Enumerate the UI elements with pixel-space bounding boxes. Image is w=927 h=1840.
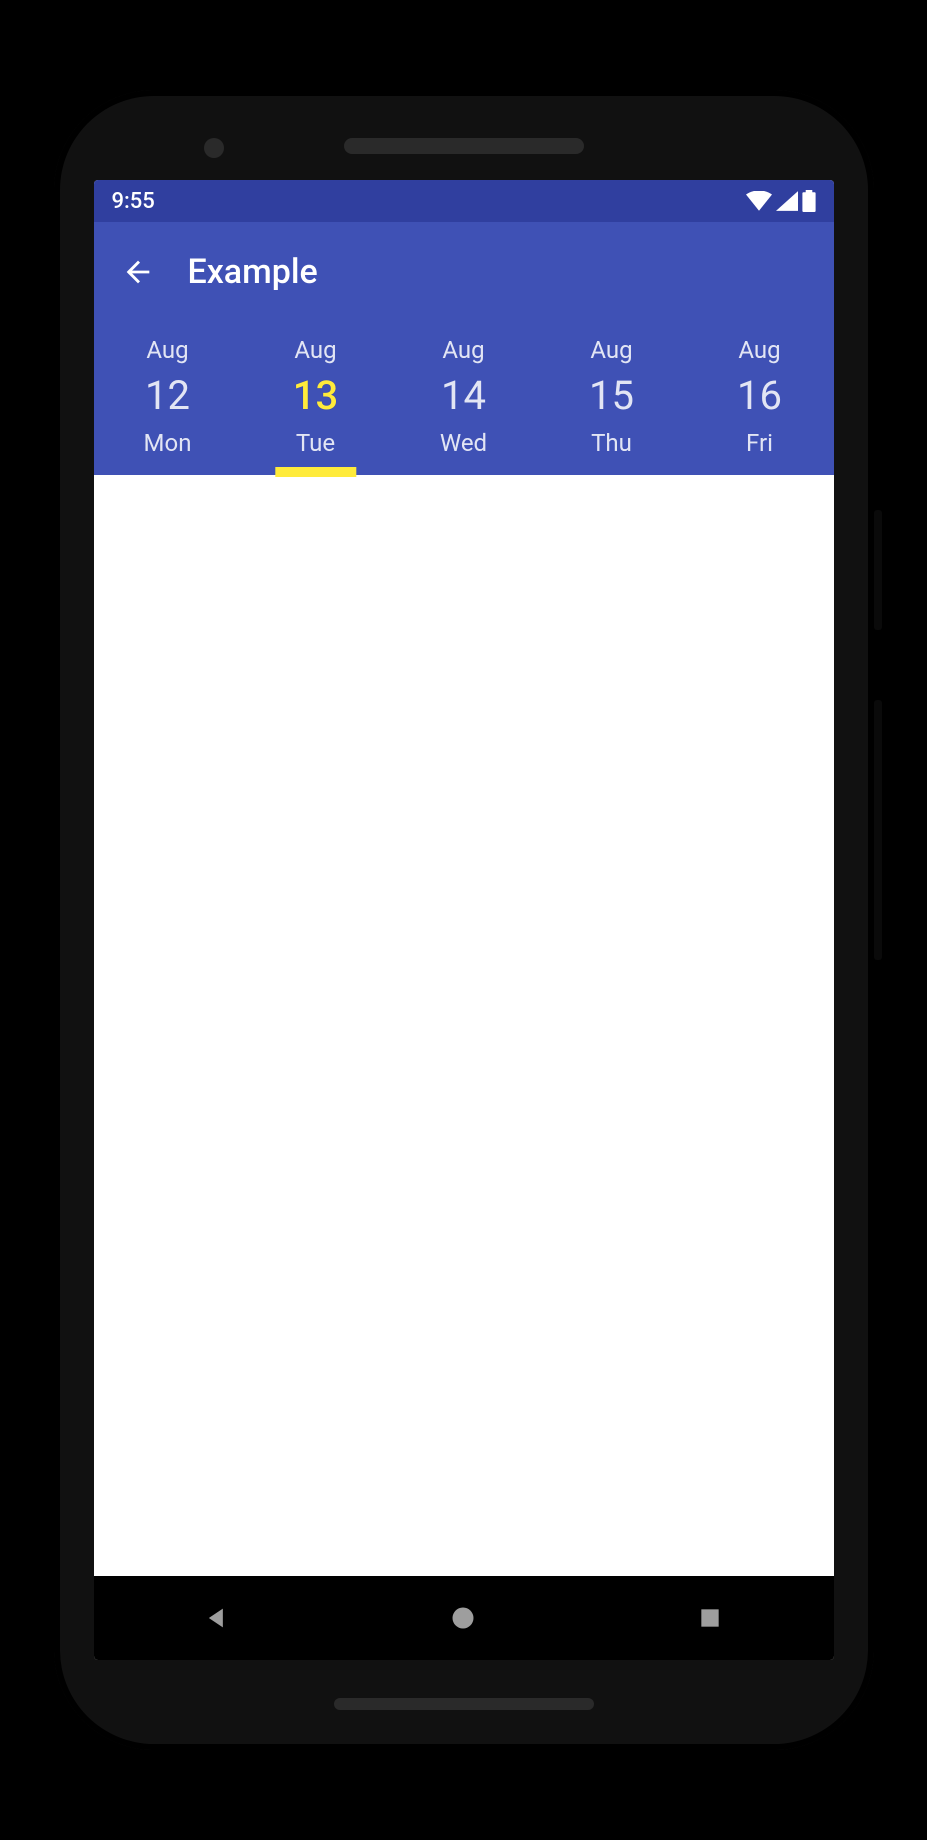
side-button bbox=[874, 700, 882, 960]
date-tab-day: 14 bbox=[390, 372, 538, 419]
date-tab[interactable]: Aug 16 Fri bbox=[686, 322, 834, 475]
date-tabs: Aug12MonAug13TueAug14WedAug15ThuAug16Fri bbox=[94, 322, 834, 475]
date-tab-dow: Thu bbox=[538, 429, 686, 457]
status-time: 9:55 bbox=[112, 189, 155, 214]
nav-recent-button[interactable] bbox=[689, 1597, 731, 1639]
triangle-back-icon bbox=[203, 1604, 231, 1632]
app-bar: Example Aug12MonAug13TueAug14WedAug15Thu… bbox=[94, 222, 834, 475]
content-area bbox=[94, 475, 834, 1576]
nav-home-button[interactable] bbox=[442, 1597, 484, 1639]
date-tab[interactable]: Aug 12 Mon bbox=[94, 322, 242, 475]
screen: 9:55 Example Aug12MonAug13TueAug14WedAug… bbox=[94, 180, 834, 1660]
circle-home-icon bbox=[449, 1604, 477, 1632]
date-tab-day: 16 bbox=[686, 372, 834, 419]
date-tab-day: 12 bbox=[94, 372, 242, 419]
wifi-icon bbox=[746, 191, 772, 211]
arrow-back-icon bbox=[121, 255, 155, 289]
date-tab-day: 15 bbox=[538, 372, 686, 419]
date-tab-month: Aug bbox=[242, 336, 390, 364]
date-tab-month: Aug bbox=[94, 336, 242, 364]
date-tab-month: Aug bbox=[686, 336, 834, 364]
date-tab-dow: Mon bbox=[94, 429, 242, 457]
status-icons bbox=[746, 190, 816, 212]
phone-frame: 9:55 Example Aug12MonAug13TueAug14WedAug… bbox=[54, 90, 874, 1750]
date-tab[interactable]: Aug 15 Thu bbox=[538, 322, 686, 475]
nav-back-button[interactable] bbox=[196, 1597, 238, 1639]
date-tab-day: 13 bbox=[242, 372, 390, 419]
status-bar: 9:55 bbox=[94, 180, 834, 222]
date-tab-dow: Fri bbox=[686, 429, 834, 457]
page-title: Example bbox=[188, 252, 318, 292]
date-tab-month: Aug bbox=[390, 336, 538, 364]
system-nav-bar bbox=[94, 1576, 834, 1660]
date-tab[interactable]: Aug 14 Wed bbox=[390, 322, 538, 475]
signal-icon bbox=[776, 191, 798, 211]
bottom-speaker bbox=[334, 1698, 594, 1710]
date-tab[interactable]: Aug 13 Tue bbox=[242, 322, 390, 475]
battery-icon bbox=[802, 190, 816, 212]
date-tab-month: Aug bbox=[538, 336, 686, 364]
date-tab-dow: Wed bbox=[390, 429, 538, 457]
back-button[interactable] bbox=[114, 248, 162, 296]
date-tab-dow: Tue bbox=[242, 429, 390, 457]
side-button bbox=[874, 510, 882, 630]
square-recent-icon bbox=[697, 1605, 723, 1631]
